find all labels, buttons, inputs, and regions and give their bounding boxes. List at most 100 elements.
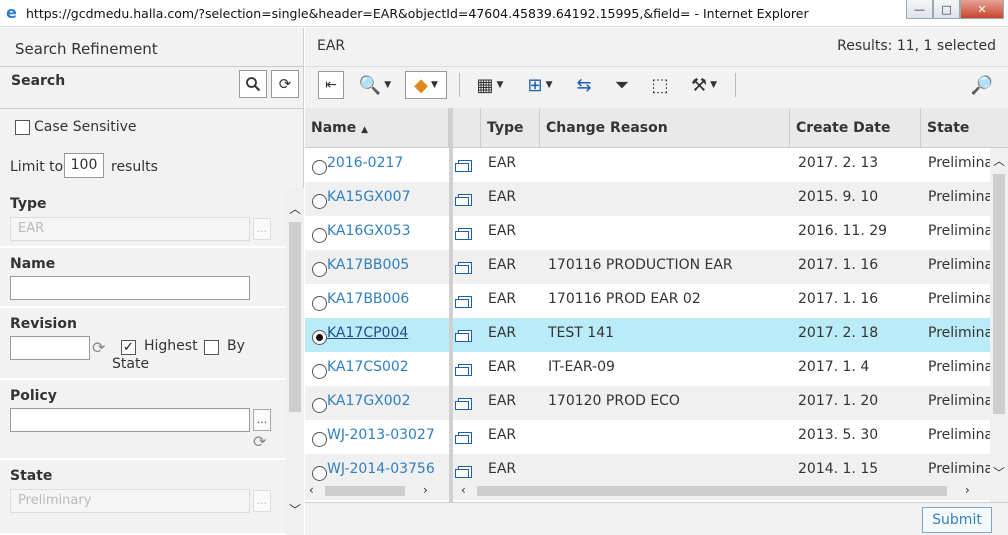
table-row[interactable]: KA16GX053 EAR 2016. 11. 29 Preliminary bbox=[305, 216, 990, 250]
scrollbar-thumb[interactable] bbox=[325, 486, 405, 496]
column-header-change-reason[interactable]: Change Reason bbox=[540, 108, 790, 148]
row-select-radio[interactable] bbox=[312, 432, 327, 447]
reset-button[interactable]: ⟳ bbox=[271, 70, 299, 98]
table-menu-button[interactable]: ▦ ▼ bbox=[468, 71, 512, 99]
row-type: EAR bbox=[488, 359, 517, 375]
scroll-up-arrow[interactable]: ︿ bbox=[993, 152, 1005, 169]
tools-menu-button[interactable]: ⚒ ▼ bbox=[682, 71, 726, 99]
maximize-button[interactable]: □ bbox=[933, 0, 960, 19]
row-name-link[interactable]: KA17CP004 bbox=[327, 325, 408, 341]
scroll-right-arrow[interactable]: › bbox=[965, 483, 970, 497]
row-select-radio[interactable] bbox=[312, 364, 327, 379]
row-select-radio[interactable] bbox=[312, 296, 327, 311]
case-sensitive-checkbox[interactable] bbox=[15, 120, 30, 135]
scrollbar-thumb[interactable] bbox=[477, 486, 947, 496]
column-header-name[interactable]: Name ▲ bbox=[305, 108, 449, 148]
shapes-icon: ◆ bbox=[414, 74, 428, 96]
column-header-type[interactable]: Type bbox=[481, 108, 540, 148]
row-name-link[interactable]: 2016-0217 bbox=[327, 155, 403, 171]
row-select-radio[interactable] bbox=[312, 228, 327, 243]
policy-chooser-button[interactable]: ... bbox=[253, 409, 271, 431]
object-details-icon[interactable] bbox=[455, 330, 472, 342]
scroll-down-arrow[interactable]: ﹀ bbox=[289, 501, 301, 518]
table-row[interactable]: KA17CS002 EAR IT-EAR-09 2017. 1. 4 Prelimina… bbox=[305, 352, 990, 386]
table-row[interactable]: 2016-0217 EAR 2017. 2. 13 Preliminary bbox=[305, 148, 990, 182]
limit-input[interactable]: 100 bbox=[64, 153, 104, 178]
name-field[interactable] bbox=[10, 276, 250, 300]
frozen-horizontal-scrollbar[interactable]: ‹ › bbox=[305, 482, 449, 500]
row-name-link[interactable]: KA17BB006 bbox=[327, 291, 409, 307]
table-horizontal-scrollbar[interactable]: ‹ › bbox=[453, 482, 990, 500]
close-button[interactable]: ✕ bbox=[960, 0, 1004, 19]
object-details-icon[interactable] bbox=[455, 296, 472, 308]
table-row[interactable]: KA17GX002 EAR 170120 PROD ECO 2017. 1. 20 Pr… bbox=[305, 386, 990, 420]
object-details-icon[interactable] bbox=[455, 160, 472, 172]
column-header-create-date[interactable]: Create Date bbox=[790, 108, 921, 148]
row-name-link[interactable]: KA16GX053 bbox=[327, 223, 411, 239]
row-select-radio[interactable] bbox=[312, 466, 327, 481]
window-title: https://gcdmedu.halla.com/?selection=sin… bbox=[26, 5, 809, 21]
table-row[interactable]: KA17BB006 EAR 170116 PROD EAR 02 2017. 1. 1… bbox=[305, 284, 990, 318]
search-db-icon: 🔍 bbox=[358, 74, 382, 96]
filter-scrollbar[interactable]: ︿ ﹀ bbox=[286, 188, 304, 535]
revision-field[interactable] bbox=[10, 336, 90, 360]
select-grid-icon: ⬚ bbox=[651, 74, 669, 96]
by-state-checkbox[interactable] bbox=[204, 340, 219, 355]
object-details-icon[interactable] bbox=[455, 194, 472, 206]
policy-field[interactable] bbox=[10, 408, 250, 432]
scroll-right-arrow[interactable]: › bbox=[423, 483, 428, 497]
scroll-left-arrow[interactable]: ‹ bbox=[461, 483, 466, 497]
format-menu-button[interactable]: ◆ ▼ bbox=[405, 71, 447, 99]
row-name-link[interactable]: KA17CS002 bbox=[327, 359, 409, 375]
filter-button[interactable]: ⏷ bbox=[607, 71, 637, 99]
object-details-icon[interactable] bbox=[455, 432, 472, 444]
row-name-link[interactable]: WJ-2014-03756 bbox=[327, 461, 435, 477]
row-create-date: 2017. 1. 20 bbox=[798, 393, 879, 409]
refresh-icon[interactable]: ⟳ bbox=[253, 432, 266, 451]
scroll-left-arrow[interactable]: ‹ bbox=[309, 483, 314, 497]
scrollbar-thumb[interactable] bbox=[289, 222, 301, 412]
collapse-panel-button[interactable]: ⇤ bbox=[318, 71, 344, 99]
object-details-icon[interactable] bbox=[455, 262, 472, 274]
frozen-column-splitter[interactable] bbox=[449, 108, 453, 502]
row-select-radio[interactable] bbox=[312, 160, 327, 175]
row-state: Preliminary bbox=[928, 359, 990, 375]
object-details-icon[interactable] bbox=[455, 228, 472, 240]
row-name-link[interactable]: KA17BB005 bbox=[327, 257, 409, 273]
row-select-radio[interactable] bbox=[312, 330, 327, 345]
select-region-button[interactable]: ⬚ bbox=[645, 71, 675, 99]
row-select-radio[interactable] bbox=[312, 194, 327, 209]
limit-suffix: results bbox=[111, 159, 158, 175]
table-row[interactable]: KA15GX007 EAR 2015. 9. 10 Preliminary bbox=[305, 182, 990, 216]
row-name-link[interactable]: KA15GX007 bbox=[327, 189, 411, 205]
scrollbar-thumb[interactable] bbox=[993, 174, 1005, 414]
row-name-link[interactable]: KA17GX002 bbox=[327, 393, 411, 409]
row-create-date: 2013. 5. 30 bbox=[798, 427, 879, 443]
table-row[interactable]: WJ-2013-03027 EAR 2013. 5. 30 Preliminary bbox=[305, 420, 990, 454]
search-button[interactable] bbox=[239, 70, 267, 98]
transfer-button[interactable]: ⇆ bbox=[569, 71, 599, 99]
search-results-button[interactable]: 🔎 bbox=[967, 71, 997, 99]
submit-button[interactable]: Submit bbox=[922, 507, 992, 533]
scroll-down-arrow[interactable]: ﹀ bbox=[993, 464, 1005, 481]
layout-menu-button[interactable]: ⊞ ▼ bbox=[520, 71, 560, 99]
table-row[interactable]: KA17CP004 EAR TEST 141 2017. 2. 18 Prelimina… bbox=[305, 318, 990, 352]
row-name-link[interactable]: WJ-2013-03027 bbox=[327, 427, 435, 443]
row-select-radio[interactable] bbox=[312, 262, 327, 277]
object-details-icon[interactable] bbox=[455, 466, 472, 478]
object-details-icon[interactable] bbox=[455, 364, 472, 376]
table-row[interactable]: KA17BB005 EAR 170116 PRODUCTION EAR 2017. 1… bbox=[305, 250, 990, 284]
highest-checkbox[interactable]: ✓ bbox=[121, 340, 136, 355]
view-menu-button[interactable]: 🔍 ▼ bbox=[353, 71, 397, 99]
object-details-icon[interactable] bbox=[455, 398, 472, 410]
scroll-up-arrow[interactable]: ︿ bbox=[289, 200, 301, 217]
divider bbox=[0, 108, 304, 109]
table-vertical-scrollbar[interactable]: ︿ ﹀ bbox=[990, 148, 1008, 502]
filter-title: Type bbox=[10, 196, 47, 212]
row-select-radio[interactable] bbox=[312, 398, 327, 413]
refresh-icon[interactable]: ⟳ bbox=[92, 338, 105, 357]
column-header-state[interactable]: State bbox=[921, 108, 1008, 148]
row-create-date: 2017. 1. 16 bbox=[798, 257, 879, 273]
row-change-reason bbox=[548, 216, 788, 250]
minimize-button[interactable]: — bbox=[906, 0, 933, 19]
